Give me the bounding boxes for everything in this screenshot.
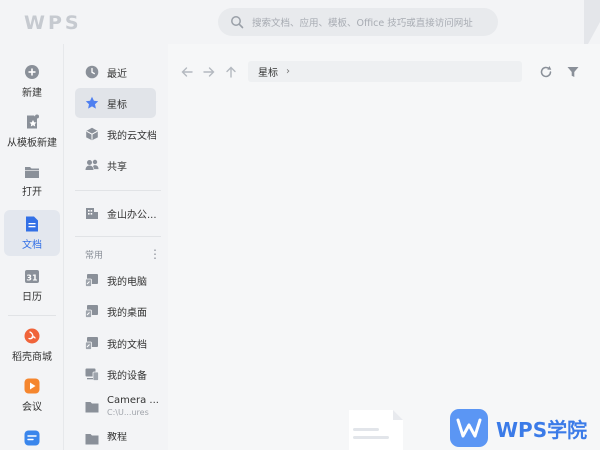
star-icon	[85, 96, 99, 109]
svg-text:31: 31	[26, 273, 38, 282]
search-icon	[231, 16, 244, 29]
folder-icon	[25, 166, 39, 178]
wps-academy-watermark: WPS学院	[450, 406, 600, 450]
search-box[interactable]: 搜索文档、应用、模板、Office 技巧或直接访问网址	[218, 8, 498, 36]
rail-new[interactable]: 新建	[4, 58, 60, 104]
rail-daoke-label: 稻壳商城	[12, 351, 52, 363]
nav-item-org-label: 金山办公...	[107, 209, 156, 221]
nav-item-my-computer[interactable]: 我的电脑	[75, 265, 156, 295]
camera-folder-path: C:\U...ures	[107, 408, 149, 417]
nav-item-starred-label: 星标	[107, 99, 127, 111]
common-section-title: 常用	[85, 250, 104, 261]
camera-folder-label: Camera ...	[107, 395, 159, 406]
chevron-right-icon: ›	[286, 66, 290, 77]
top-bar: WPS 搜索文档、应用、模板、Office 技巧或直接访问网址	[0, 0, 600, 44]
nav-item-cloud-docs-label: 我的云文档	[107, 130, 156, 142]
cloud-doc-icon	[86, 127, 98, 141]
watermark-text: WPS学院	[496, 417, 588, 442]
main-content: 星标 ›	[168, 44, 600, 450]
nav-item-camera-folder[interactable]: Camera ... C:\U...ures	[75, 392, 159, 422]
nav-panel: 最近 星标 我的云文档 共享 金山办公... 常用 ⋮ 我的电脑 我的桌面 我的…	[64, 44, 168, 450]
nav-item-starred[interactable]: 星标	[75, 88, 156, 118]
rail-documents-label: 文档	[22, 239, 42, 251]
nav-item-my-computer-label: 我的电脑	[107, 276, 147, 288]
file-toolbar: 星标 ›	[168, 60, 600, 84]
wps-logo: WPS	[24, 12, 82, 34]
my-docs-icon	[85, 337, 98, 350]
rail-from-template-label: 从模板新建	[7, 137, 57, 149]
back-arrow-icon[interactable]	[180, 65, 194, 79]
nav-item-my-documents[interactable]: 我的文档	[75, 328, 156, 358]
nav-item-recent[interactable]: 最近	[75, 57, 156, 87]
window-corner-icon	[584, 0, 600, 44]
document-icon	[26, 216, 38, 231]
rail-open-label: 打开	[22, 186, 42, 198]
rail-meeting-label: 会议	[22, 401, 42, 413]
forward-arrow-icon[interactable]	[202, 65, 216, 79]
computer-icon	[85, 274, 98, 287]
rail-open[interactable]: 打开	[4, 158, 60, 204]
nav-item-my-documents-label: 我的文档	[107, 339, 147, 351]
nav-item-shared[interactable]: 共享	[75, 150, 156, 180]
nav-item-cloud-docs[interactable]: 我的云文档	[75, 119, 156, 149]
nav-item-org[interactable]: 金山办公...	[75, 198, 156, 228]
rail-calendar-label: 日历	[22, 291, 42, 303]
rail-more-app[interactable]	[4, 424, 60, 450]
nav-item-shared-label: 共享	[107, 161, 127, 173]
meeting-icon	[24, 378, 40, 393]
nav-divider	[75, 190, 161, 191]
rail-documents[interactable]: 文档	[4, 210, 60, 256]
wps-academy-logo-icon	[450, 409, 488, 447]
nav-item-my-desktop-label: 我的桌面	[107, 307, 147, 319]
desktop-icon	[85, 305, 98, 318]
up-arrow-icon[interactable]	[224, 65, 238, 79]
refresh-icon[interactable]	[539, 65, 553, 79]
breadcrumb-current[interactable]: 星标	[258, 64, 278, 79]
template-icon	[27, 114, 39, 128]
breadcrumb[interactable]: 星标 ›	[248, 61, 522, 82]
rail-divider	[8, 315, 56, 316]
empty-state-document-icon	[349, 410, 403, 450]
common-section-header: 常用 ⋮	[85, 246, 161, 262]
rail-meeting[interactable]: 会议	[4, 372, 60, 418]
calendar-icon: 31	[25, 269, 39, 283]
nav-item-my-devices[interactable]: 我的设备	[75, 359, 156, 389]
filter-icon[interactable]	[566, 65, 580, 79]
rail-calendar[interactable]: 31 日历	[4, 262, 60, 308]
left-rail: 新建 从模板新建 打开 文档 31 日历 稻壳商城 会议	[0, 44, 64, 450]
rail-new-label: 新建	[22, 87, 42, 99]
nav-item-my-desktop[interactable]: 我的桌面	[75, 296, 156, 326]
nav-item-tutorial-folder[interactable]: 教程	[75, 426, 156, 450]
folder-icon	[85, 402, 99, 413]
daoke-icon	[24, 328, 40, 343]
plus-circle-icon	[25, 64, 39, 79]
rail-from-template[interactable]: 从模板新建	[4, 108, 60, 154]
rail-daoke-store[interactable]: 稻壳商城	[4, 322, 60, 368]
devices-icon	[85, 368, 99, 381]
share-icon	[85, 159, 99, 170]
nav-item-my-devices-label: 我的设备	[107, 370, 147, 382]
nav-divider	[75, 236, 161, 237]
more-options-icon[interactable]: ⋮	[149, 247, 161, 261]
nav-item-recent-label: 最近	[107, 68, 127, 80]
folder-icon	[85, 434, 99, 445]
org-icon	[86, 208, 98, 219]
clock-icon	[85, 65, 99, 79]
search-input[interactable]: 搜索文档、应用、模板、Office 技巧或直接访问网址	[252, 15, 473, 29]
tutorial-folder-label: 教程	[107, 432, 127, 443]
chat-icon	[24, 430, 40, 446]
